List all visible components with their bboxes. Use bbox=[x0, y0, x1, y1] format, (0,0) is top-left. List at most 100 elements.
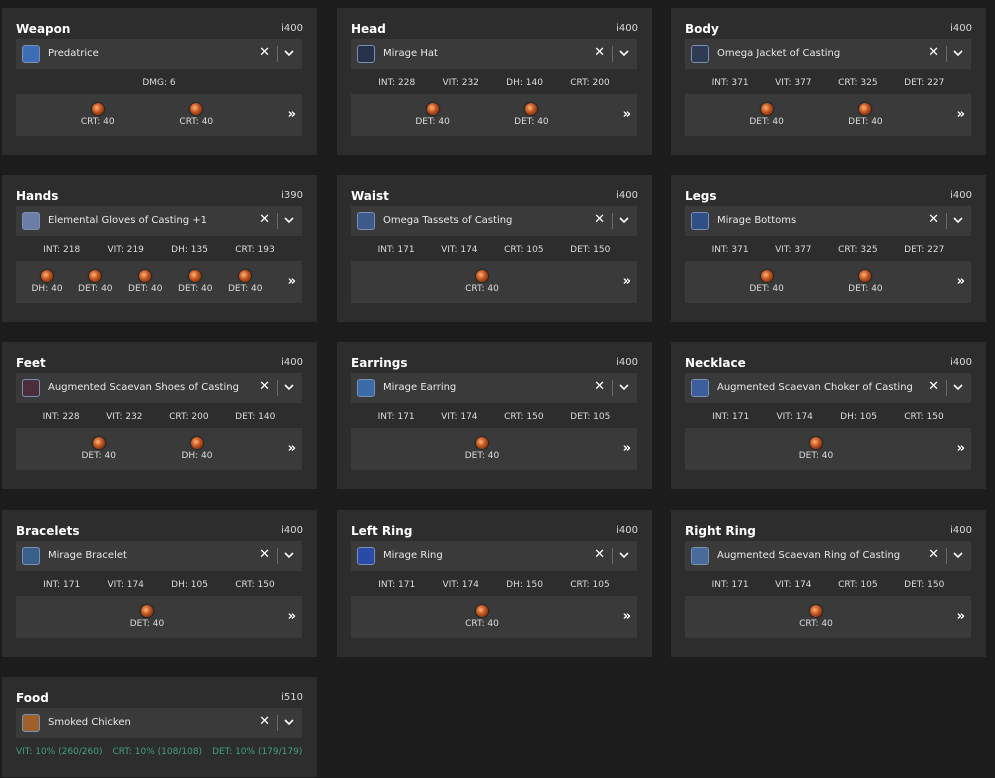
clear-icon[interactable]: ✕ bbox=[594, 212, 605, 228]
item-selector[interactable]: Omega Tassets of Casting ✕ bbox=[351, 206, 637, 236]
item-selector[interactable]: Mirage Ring ✕ bbox=[351, 541, 637, 571]
expand-materia-icon[interactable]: » bbox=[957, 441, 965, 456]
expand-materia-icon[interactable]: » bbox=[288, 609, 296, 624]
clear-icon[interactable]: ✕ bbox=[259, 547, 270, 563]
materia-slot[interactable]: CRT: 40 bbox=[179, 103, 213, 127]
chevron-down-icon[interactable] bbox=[282, 548, 296, 562]
materia-slot[interactable]: DET: 40 bbox=[749, 103, 784, 127]
chevron-down-icon[interactable] bbox=[951, 380, 965, 394]
materia-slot[interactable]: DET: 40 bbox=[81, 437, 116, 461]
clear-icon[interactable]: ✕ bbox=[259, 714, 270, 730]
materia-slot[interactable]: CRT: 40 bbox=[465, 270, 499, 294]
item-selector[interactable]: Mirage Bracelet ✕ bbox=[16, 541, 302, 571]
chevron-down-icon[interactable] bbox=[617, 380, 631, 394]
materia-gem-icon bbox=[140, 605, 153, 617]
expand-materia-icon[interactable]: » bbox=[623, 441, 631, 456]
expand-materia-icon[interactable]: » bbox=[623, 107, 631, 122]
expand-materia-icon[interactable]: » bbox=[957, 274, 965, 289]
food-item-name: Smoked Chicken bbox=[48, 717, 131, 728]
item-selector[interactable]: Augmented Scaevan Ring of Casting ✕ bbox=[685, 541, 971, 571]
materia-slot[interactable]: DET: 40 bbox=[128, 270, 163, 294]
item-selector[interactable]: Mirage Hat ✕ bbox=[351, 39, 637, 69]
item-selector[interactable]: Augmented Scaevan Shoes of Casting ✕ bbox=[16, 373, 302, 403]
stat-value: INT: 228 bbox=[42, 412, 80, 422]
materia-slot[interactable]: DET: 40 bbox=[848, 103, 883, 127]
food-effect-vit: VIT: 10% (260/260) bbox=[16, 747, 103, 757]
materia-slot[interactable]: DET: 40 bbox=[799, 437, 833, 461]
item-level: i390 bbox=[281, 190, 303, 201]
item-selector[interactable]: Omega Jacket of Casting ✕ bbox=[685, 39, 971, 69]
chevron-down-icon[interactable] bbox=[282, 715, 296, 729]
clear-icon[interactable]: ✕ bbox=[259, 212, 270, 228]
materia-gem-icon bbox=[239, 270, 252, 282]
materia-slot[interactable]: DH: 40 bbox=[181, 437, 213, 461]
materia-slot[interactable]: DET: 40 bbox=[749, 270, 784, 294]
clear-icon[interactable]: ✕ bbox=[594, 547, 605, 563]
chevron-down-icon[interactable] bbox=[282, 46, 296, 60]
materia-slot[interactable]: DET: 40 bbox=[178, 270, 213, 294]
materia-slot[interactable]: DH: 40 bbox=[32, 270, 63, 294]
materia-gem-icon bbox=[92, 437, 105, 449]
chevron-down-icon[interactable] bbox=[617, 548, 631, 562]
materia-slot[interactable]: DET: 40 bbox=[130, 605, 164, 629]
chevron-down-icon[interactable] bbox=[951, 548, 965, 562]
chevron-down-icon[interactable] bbox=[617, 46, 631, 60]
chevron-down-icon[interactable] bbox=[617, 213, 631, 227]
materia-slot[interactable]: DET: 40 bbox=[228, 270, 262, 294]
expand-materia-icon[interactable]: » bbox=[288, 107, 296, 122]
expand-materia-icon[interactable]: » bbox=[288, 274, 296, 289]
materia-slots: DH: 40 DET: 40 DET: 40 DET: 40 DET: 40 bbox=[16, 261, 278, 303]
chevron-down-icon[interactable] bbox=[282, 380, 296, 394]
item-stats: INT: 171 VIT: 174 DH: 150 CRT: 105 bbox=[351, 580, 637, 592]
slot-title: Earrings bbox=[351, 356, 408, 370]
item-selector[interactable]: Mirage Bottoms ✕ bbox=[685, 206, 971, 236]
slot-title: Feet bbox=[16, 356, 46, 370]
gear-card-waist: Waist i400 Omega Tassets of Casting ✕ IN… bbox=[337, 175, 652, 322]
materia-slot[interactable]: DET: 40 bbox=[514, 103, 549, 127]
gear-card-earrings: Earrings i400 Mirage Earring ✕ INT: 171 V… bbox=[337, 342, 652, 489]
expand-materia-icon[interactable]: » bbox=[623, 609, 631, 624]
materia-slots: CRT: 40 bbox=[685, 596, 947, 638]
expand-materia-icon[interactable]: » bbox=[623, 274, 631, 289]
item-name: Mirage Earring bbox=[383, 382, 457, 393]
item-selector[interactable]: Predatrice ✕ bbox=[16, 39, 302, 69]
item-selector[interactable]: Elemental Gloves of Casting +1 ✕ bbox=[16, 206, 302, 236]
expand-materia-icon[interactable]: » bbox=[957, 107, 965, 122]
materia-slot[interactable]: CRT: 40 bbox=[799, 605, 833, 629]
food-selector[interactable]: Smoked Chicken ✕ bbox=[16, 708, 302, 738]
chevron-down-icon[interactable] bbox=[951, 213, 965, 227]
expand-materia-icon[interactable]: » bbox=[957, 609, 965, 624]
materia-slot[interactable]: DET: 40 bbox=[415, 103, 450, 127]
item-selector[interactable]: Mirage Earring ✕ bbox=[351, 373, 637, 403]
item-icon bbox=[22, 212, 40, 230]
item-level: i400 bbox=[616, 357, 638, 368]
materia-panel: CRT: 40 » bbox=[351, 596, 637, 638]
materia-slot[interactable]: CRT: 40 bbox=[81, 103, 115, 127]
clear-icon[interactable]: ✕ bbox=[594, 379, 605, 395]
materia-slot[interactable]: DET: 40 bbox=[465, 437, 499, 461]
materia-slot[interactable]: DET: 40 bbox=[848, 270, 883, 294]
clear-icon[interactable]: ✕ bbox=[259, 379, 270, 395]
chevron-down-icon[interactable] bbox=[282, 213, 296, 227]
clear-icon[interactable]: ✕ bbox=[259, 45, 270, 61]
item-selector[interactable]: Augmented Scaevan Choker of Casting ✕ bbox=[685, 373, 971, 403]
materia-slot[interactable]: DET: 40 bbox=[78, 270, 113, 294]
materia-label: CRT: 40 bbox=[179, 117, 214, 127]
gear-card-weapon: Weapon i400 Predatrice ✕ DMG: 6 CRT: 40 … bbox=[2, 8, 317, 155]
item-stats: INT: 218 VIT: 219 DH: 135 CRT: 193 bbox=[16, 245, 302, 257]
materia-label: DET: 40 bbox=[81, 451, 116, 461]
clear-icon[interactable]: ✕ bbox=[928, 379, 939, 395]
slot-title: Waist bbox=[351, 189, 389, 203]
clear-icon[interactable]: ✕ bbox=[928, 547, 939, 563]
chevron-down-icon[interactable] bbox=[951, 46, 965, 60]
materia-panel: DET: 40 » bbox=[685, 428, 971, 470]
item-level: i400 bbox=[950, 190, 972, 201]
expand-materia-icon[interactable]: » bbox=[288, 441, 296, 456]
item-name: Augmented Scaevan Shoes of Casting bbox=[48, 382, 239, 393]
clear-icon[interactable]: ✕ bbox=[594, 45, 605, 61]
clear-icon[interactable]: ✕ bbox=[928, 212, 939, 228]
clear-icon[interactable]: ✕ bbox=[928, 45, 939, 61]
selector-divider bbox=[612, 46, 613, 62]
materia-slot[interactable]: CRT: 40 bbox=[465, 605, 499, 629]
materia-label: DET: 40 bbox=[749, 117, 784, 127]
